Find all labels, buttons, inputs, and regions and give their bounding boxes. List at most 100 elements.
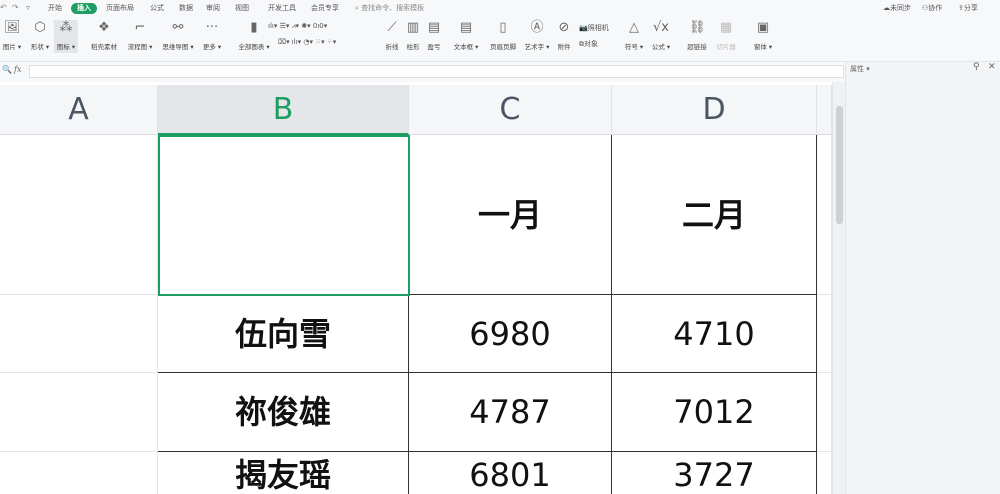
vertical-scrollbar[interactable] <box>832 82 845 494</box>
ribbon-label: 盈亏 <box>427 43 441 51</box>
cell-A4[interactable] <box>0 452 158 494</box>
mindmap-button[interactable]: ⚯ 思维导图 ▾ <box>162 20 193 51</box>
chart-types-row2[interactable]: ⌧▾ ılı▾ ◔▾ ⁙▾ ⁘▾ <box>278 38 336 46</box>
tab-view[interactable]: 视图 <box>235 3 249 14</box>
sparkline-column-icon: ▥ <box>406 20 420 35</box>
ribbon-label: 窗体 ▾ <box>753 43 773 51</box>
cell-C4[interactable]: 6801 <box>409 452 612 494</box>
redo-icon[interactable]: ↷ <box>12 3 19 12</box>
command-search[interactable]: ⌕ 查找命令、搜索模板 <box>355 3 424 13</box>
sparkline-winloss-button[interactable]: ▤ 盈亏 <box>426 20 442 51</box>
chart-types-row1[interactable]: ılı▾ ☰▾ ⩘▾ ✺▾ 0ı0▾ <box>268 22 327 31</box>
icons-button[interactable]: ⁂ 图标 ▾ <box>53 20 79 53</box>
share-button[interactable]: ⇪分享 <box>958 3 978 13</box>
flowchart-icon: ⌐ <box>134 20 146 35</box>
ribbon-label: 图片 ▾ <box>2 43 22 51</box>
tab-data[interactable]: 数据 <box>179 3 193 14</box>
sparkline-line-button[interactable]: ⟋ 折线 <box>384 20 400 51</box>
sparkline-column-button[interactable]: ▥ 柱形 <box>405 20 421 51</box>
cell-A3[interactable] <box>0 373 158 452</box>
column-header-e[interactable] <box>817 85 832 135</box>
more-icon: ··· <box>205 20 219 35</box>
ribbon: ↶ ↷ ▿ 开始 插入 页面布局 公式 数据 审阅 视图 开发工具 会员专享 ⌕… <box>0 0 1000 62</box>
symbol-button[interactable]: △ 符号 ▾ <box>625 20 643 51</box>
cell-D3[interactable]: 7012 <box>612 373 817 452</box>
cell-E2[interactable] <box>817 295 832 373</box>
equation-button[interactable]: √x 公式 ▾ <box>652 20 670 51</box>
ribbon-label: 柱形 <box>406 43 420 51</box>
all-charts-icon: ▮ <box>250 20 258 35</box>
undo-icon[interactable]: ↶ <box>0 3 7 12</box>
shapes-button[interactable]: ⬡ 形状 ▾ <box>31 20 49 51</box>
wordart-button[interactable]: Ⓐ 艺术字 ▾ <box>525 20 550 51</box>
slicer-icon: ▦ <box>719 20 733 35</box>
ribbon-label: 流程图 ▾ <box>127 43 153 51</box>
tab-developer[interactable]: 开发工具 <box>268 3 296 14</box>
equation-icon: √x <box>653 20 669 35</box>
tab-formulas[interactable]: 公式 <box>150 3 164 14</box>
more-button[interactable]: ··· 更多 ▾ <box>203 20 221 51</box>
image-button[interactable]: 🖼 图片 ▾ <box>3 20 21 51</box>
cell-D2[interactable]: 4710 <box>612 295 817 373</box>
cell-E4[interactable] <box>817 452 832 494</box>
formula-input[interactable] <box>29 65 844 78</box>
column-header-a[interactable]: A <box>0 85 158 135</box>
cell-C1[interactable]: 一月 <box>409 135 612 295</box>
ribbon-label: 公式 ▾ <box>651 43 671 51</box>
tab-page-layout[interactable]: 页面布局 <box>106 3 134 14</box>
properties-panel: 属性 ▾ ⚲ ✕ <box>845 62 1000 494</box>
ribbon-label: 页眉页脚 <box>490 43 516 51</box>
attachment-button[interactable]: ⊘ 附件 <box>556 20 572 51</box>
formula-bar: 🔍 fx <box>0 62 845 82</box>
cell-E1[interactable] <box>817 135 832 295</box>
form-icon: ▣ <box>756 20 770 35</box>
customize-icon[interactable]: ▿ <box>26 3 30 12</box>
camera-label: 照相机 <box>587 24 609 32</box>
material-button[interactable]: ❖ 稻壳素材 <box>91 20 117 51</box>
object-label: 对象 <box>584 40 598 48</box>
object-button[interactable]: ⧉对象 <box>579 39 598 49</box>
cell-C3[interactable]: 4787 <box>409 373 612 452</box>
slicer-button[interactable]: ▦ 切片器 <box>716 20 736 51</box>
panel-title[interactable]: 属性 ▾ <box>850 64 870 74</box>
shapes-icon: ⬡ <box>34 20 46 35</box>
spreadsheet-grid[interactable]: A B C D 一月 二月伍向雪 6980 4710 祢俊雄 4787 7012 揭友瑶 680… <box>0 82 832 494</box>
cell-B3[interactable]: 祢俊雄 <box>158 373 409 452</box>
hyperlink-button[interactable]: ⛓ 超链接 <box>687 20 707 51</box>
cell-B4[interactable]: 揭友瑶 <box>158 452 409 494</box>
column-header-c[interactable]: C <box>409 85 612 135</box>
cell-D4[interactable]: 3727 <box>612 452 817 494</box>
cell-D1[interactable]: 二月 <box>612 135 817 295</box>
tab-home[interactable]: 开始 <box>48 3 62 14</box>
all-charts-button[interactable]: ▮ 全部图表 ▾ <box>238 20 269 51</box>
cell-B2[interactable]: 伍向雪 <box>158 295 409 373</box>
close-icon[interactable]: ✕ <box>988 62 996 72</box>
cell-A1[interactable] <box>0 135 158 295</box>
ribbon-label: 思维导图 ▾ <box>162 43 194 51</box>
textbox-button[interactable]: ▤ 文本框 ▾ <box>454 20 479 51</box>
camera-button[interactable]: 📷照相机 <box>579 23 609 33</box>
ribbon-label: 全部图表 ▾ <box>238 43 270 51</box>
header-footer-button[interactable]: ▯ 页眉页脚 <box>490 20 516 51</box>
ribbon-label: 更多 ▾ <box>202 43 222 51</box>
zoom-icon[interactable]: 🔍 <box>2 65 12 74</box>
share-label: 分享 <box>963 4 978 12</box>
fx-icon[interactable]: fx <box>14 65 21 74</box>
cell-C2[interactable]: 6980 <box>409 295 612 373</box>
scrollbar-thumb[interactable] <box>836 106 843 224</box>
tab-review[interactable]: 审阅 <box>206 3 220 14</box>
cell-A2[interactable] <box>0 295 158 373</box>
form-button[interactable]: ▣ 窗体 ▾ <box>754 20 772 51</box>
collab-button[interactable]: ⚇协作 <box>922 3 942 13</box>
tab-member[interactable]: 会员专享 <box>311 3 339 14</box>
symbol-icon: △ <box>629 20 639 35</box>
flowchart-button[interactable]: ⌐ 流程图 ▾ <box>128 20 153 51</box>
cell-E3[interactable] <box>817 373 832 452</box>
column-header-d[interactable]: D <box>612 85 817 135</box>
column-header-b[interactable]: B <box>158 85 409 135</box>
sync-button[interactable]: ☁未同步 <box>883 3 911 13</box>
icons-icon: ⁂ <box>59 20 73 35</box>
tab-insert[interactable]: 插入 <box>71 3 97 14</box>
material-icon: ❖ <box>98 20 110 35</box>
pin-icon[interactable]: ⚲ <box>973 62 980 72</box>
